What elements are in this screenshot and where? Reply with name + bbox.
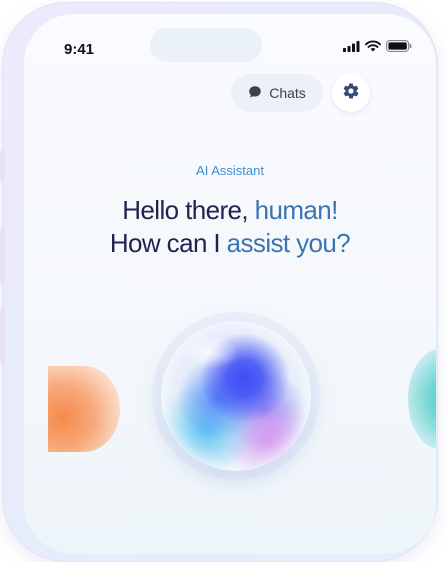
signal-icon [343, 39, 360, 57]
greeting-assist: assist you? [226, 228, 351, 258]
orb-shine [179, 335, 239, 369]
side-button-action [0, 150, 5, 182]
phone-screen: 9:41 Chats AI Assistant Hello there, hum… [24, 14, 436, 554]
assistant-label: AI Assistant [196, 163, 264, 178]
chats-label: Chats [269, 85, 306, 101]
orb-teal-partial[interactable] [408, 349, 436, 449]
battery-icon [386, 39, 412, 57]
dynamic-island [150, 28, 262, 62]
greeting-human: human! [254, 195, 339, 225]
assistant-orb[interactable] [161, 321, 311, 471]
status-time: 9:41 [64, 41, 95, 58]
greeting-how: How can I [109, 228, 227, 258]
settings-button[interactable] [332, 74, 370, 112]
greeting-headline: Hello there, human! How can I assist you… [24, 194, 436, 260]
chat-bubble-icon [248, 85, 262, 102]
orb-peach-partial[interactable] [48, 366, 120, 452]
gear-icon [342, 82, 360, 105]
status-icons [343, 39, 412, 57]
greeting-line-1: Hello there, human! [24, 194, 436, 227]
side-button-volume-up [0, 228, 5, 284]
chats-button[interactable]: Chats [231, 74, 323, 112]
greeting-hello: Hello there, [122, 195, 255, 225]
wifi-icon [365, 39, 381, 57]
greeting-line-2: How can I assist you? [24, 227, 436, 260]
side-button-volume-down [0, 308, 5, 364]
